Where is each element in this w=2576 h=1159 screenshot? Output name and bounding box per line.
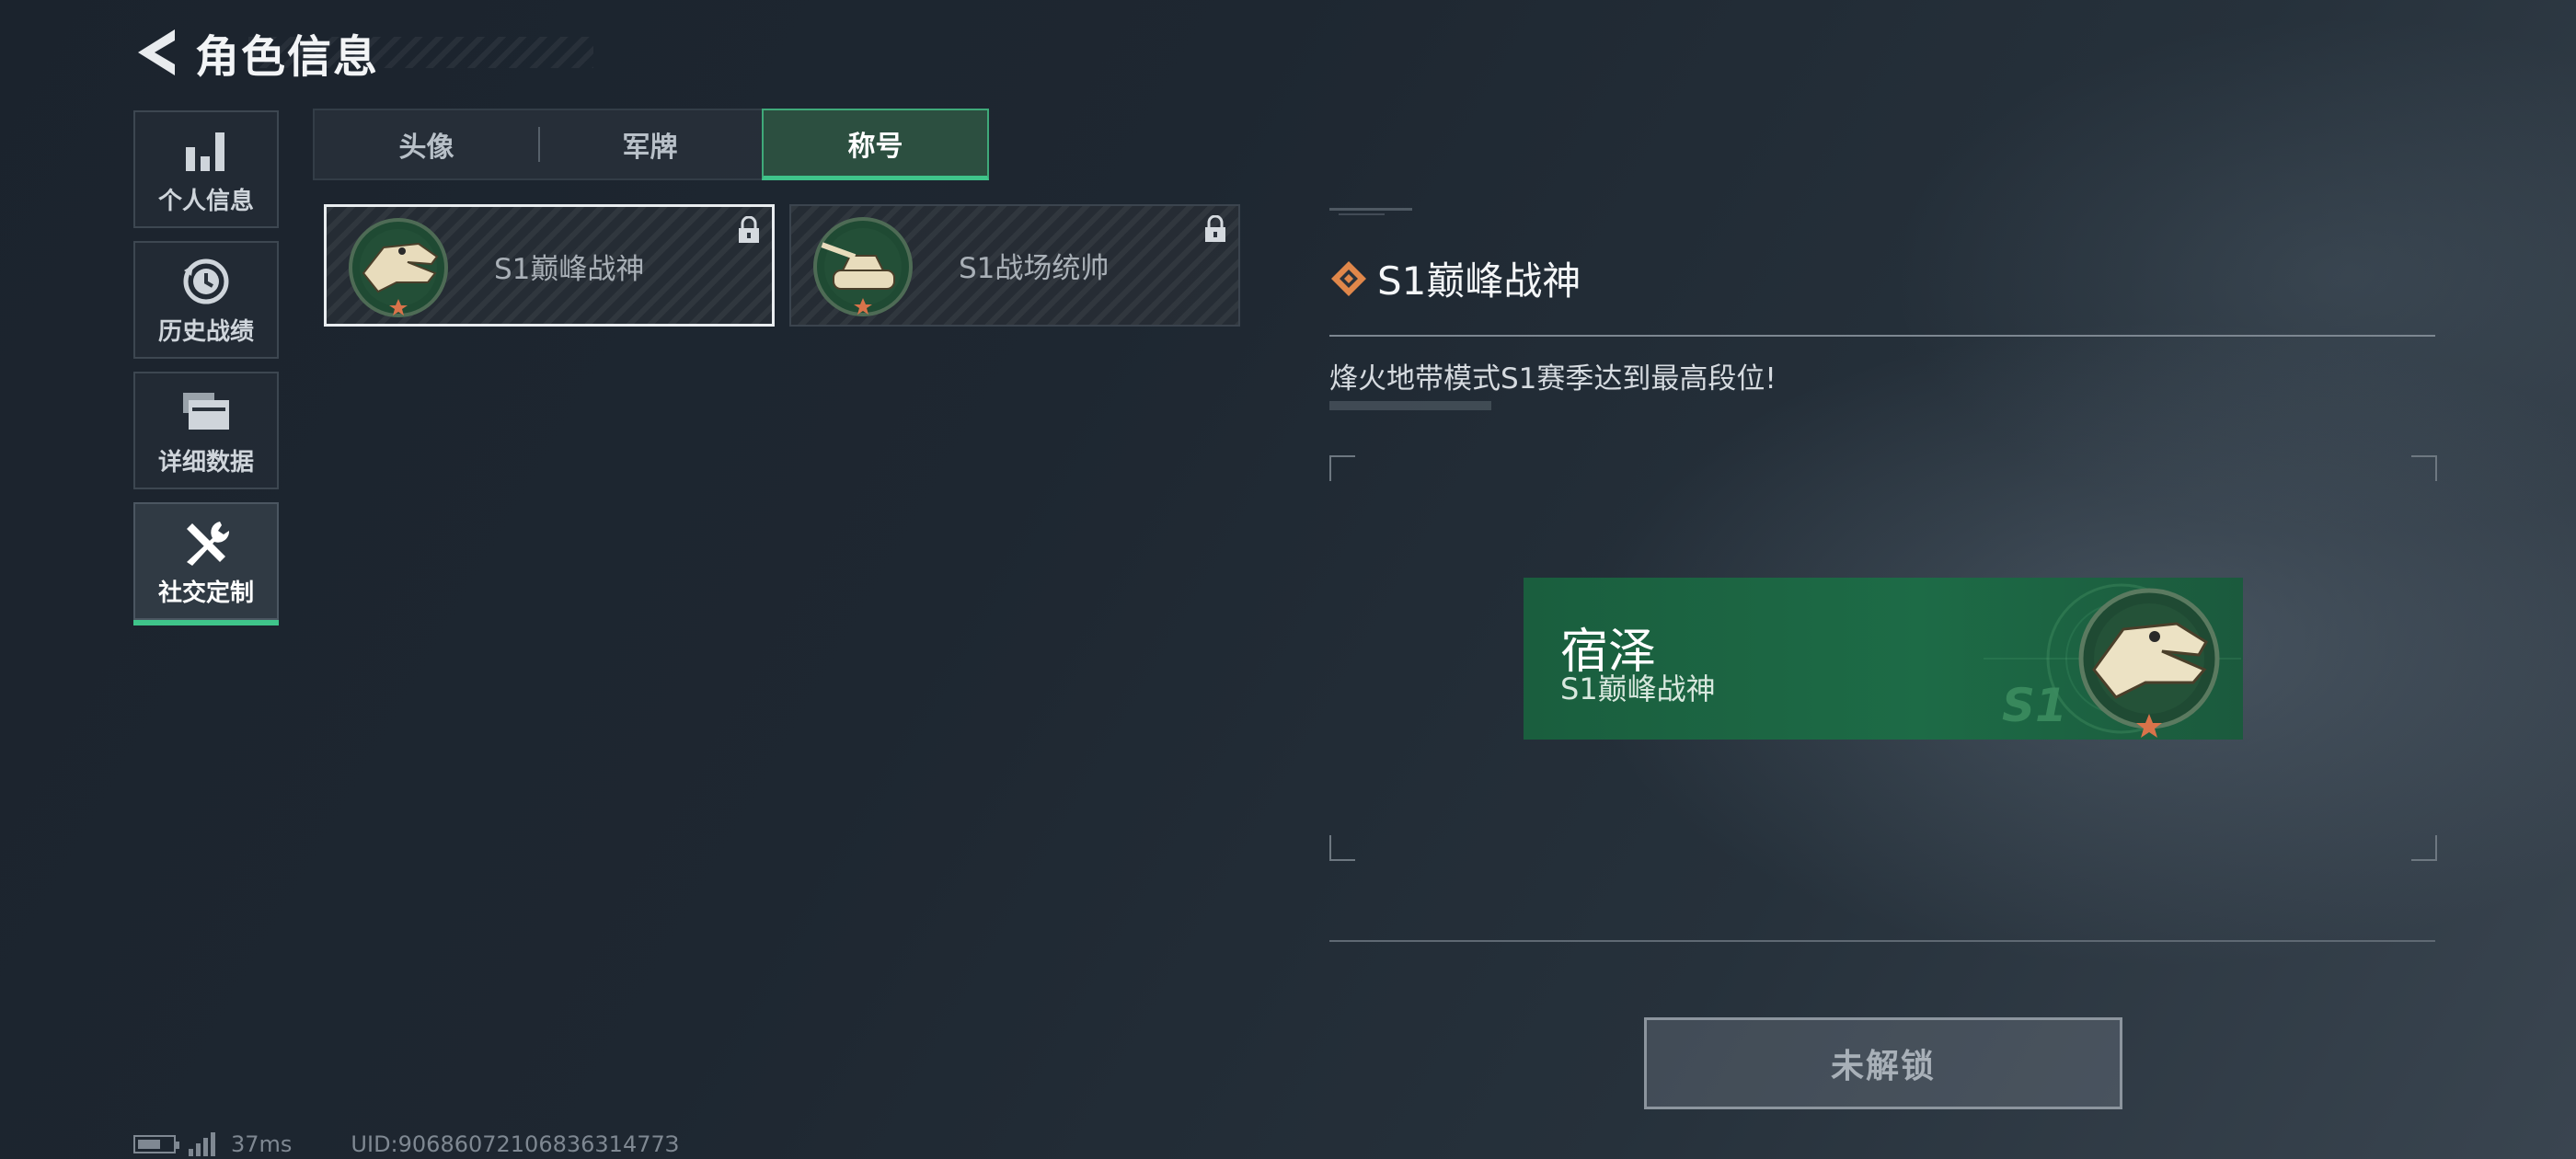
- sidebar-item-label: 个人信息: [157, 187, 254, 215]
- sidebar-item-history[interactable]: 历史战绩: [133, 241, 279, 359]
- back-arrow-icon: [138, 29, 175, 75]
- lock-icon: [1205, 215, 1225, 242]
- sidebar-item-detailed-data[interactable]: 详细数据: [133, 372, 279, 489]
- crocodile-emblem-icon: [349, 218, 448, 317]
- sidebar-item-label: 社交定制: [157, 579, 254, 607]
- unlock-button-label: 未解锁: [1830, 1048, 1936, 1085]
- decorative-microtext: [1329, 208, 1412, 215]
- battery-icon: [133, 1135, 179, 1153]
- detail-bottom-divider: [1329, 940, 2435, 942]
- preview-player-title: S1巅峰战神: [1560, 671, 1716, 706]
- sidebar-item-personal-info[interactable]: 个人信息: [133, 110, 279, 228]
- tab-title[interactable]: 称号: [762, 109, 989, 180]
- history-icon: [178, 254, 234, 309]
- frame-corner: [1329, 835, 1355, 861]
- detail-header: S1巅峰战神: [1329, 250, 1581, 306]
- sidebar-item-social-custom[interactable]: 社交定制: [133, 502, 279, 625]
- folder-icon: [178, 384, 234, 440]
- signal-icon: [189, 1132, 218, 1156]
- tab-dog-tag[interactable]: 军牌: [538, 110, 762, 178]
- preview-season-mark: S1: [2002, 679, 2067, 732]
- status-bar: 37ms UID:9068607210683631477З: [133, 1131, 679, 1157]
- tank-emblem-icon: [813, 217, 913, 316]
- sidebar-item-label: 历史战绩: [157, 317, 254, 346]
- sidebar-item-label: 详细数据: [157, 448, 254, 476]
- frame-corner: [1329, 455, 1355, 481]
- crocodile-emblem-icon: [2078, 588, 2220, 738]
- back-button[interactable]: [129, 25, 184, 80]
- unlock-button[interactable]: 未解锁: [1644, 1017, 2122, 1109]
- uid-text: UID:9068607210683631477З: [351, 1131, 680, 1157]
- title-decoration: [248, 37, 593, 68]
- detail-divider: [1329, 335, 2435, 337]
- title-card-s1-battlefield-commander[interactable]: S1战场统帅: [789, 204, 1240, 327]
- frame-corner: [2411, 455, 2437, 481]
- frame-corner: [2411, 835, 2437, 861]
- detail-description: 烽火地带模式S1赛季达到最高段位!: [1329, 362, 1777, 396]
- lock-icon: [739, 216, 759, 243]
- tools-icon: [178, 515, 234, 570]
- title-card-label: S1巅峰战神: [494, 253, 645, 286]
- tab-bar: 头像 军牌 称号: [313, 109, 989, 180]
- title-card-label: S1战场统帅: [959, 252, 1110, 285]
- detail-title: S1巅峰战神: [1377, 258, 1581, 304]
- bar-chart-icon: [178, 123, 234, 178]
- tab-avatar[interactable]: 头像: [315, 110, 538, 178]
- ping-text: 37ms: [231, 1131, 293, 1157]
- nameplate-preview: 宿泽 S1巅峰战神 S1: [1524, 578, 2243, 740]
- side-nav: 个人信息 历史战绩 详细数据 社交定制: [133, 110, 281, 633]
- title-card-s1-peak-god[interactable]: S1巅峰战神: [324, 204, 775, 327]
- decorative-bar: [1329, 401, 1491, 410]
- title-diamond-icon: [1331, 260, 1366, 296]
